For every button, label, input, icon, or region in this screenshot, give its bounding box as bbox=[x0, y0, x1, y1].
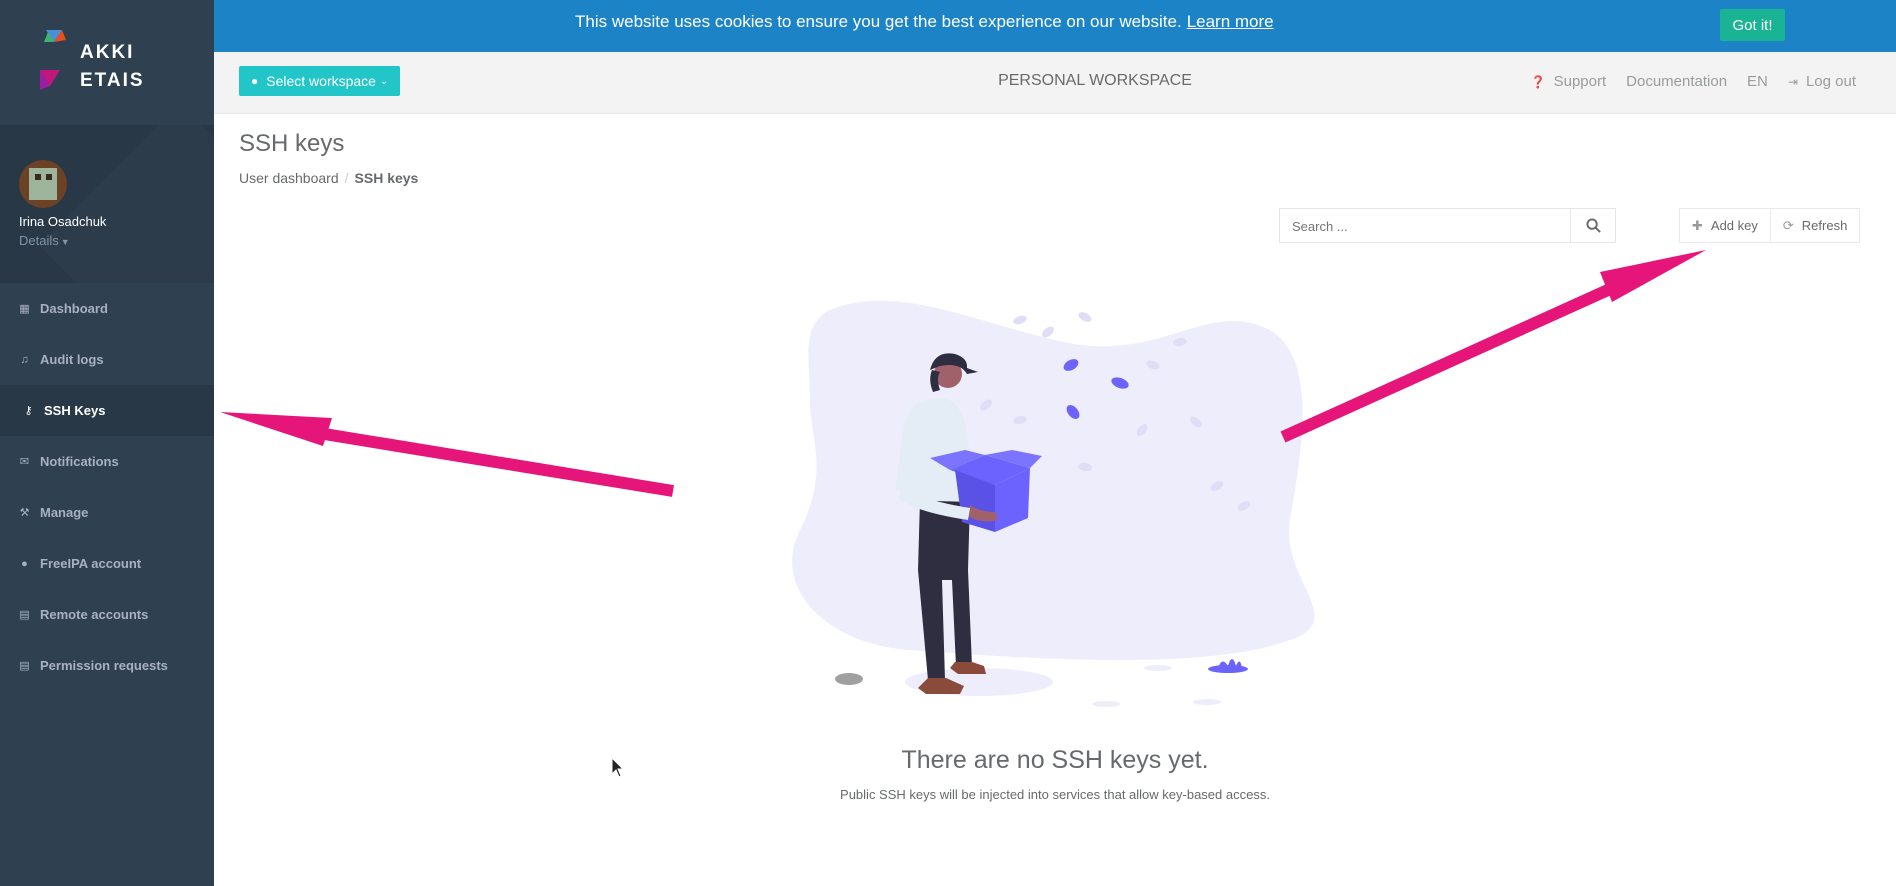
cookie-message: This website uses cookies to ensure you … bbox=[575, 12, 1274, 32]
arrow-to-add-key-icon bbox=[1280, 250, 1706, 443]
sidebar-item-label: Dashboard bbox=[40, 301, 108, 316]
search-icon bbox=[1585, 218, 1601, 233]
chevron-down-icon: ⌄ bbox=[379, 75, 389, 87]
logout-link[interactable]: ⇥ Log out bbox=[1788, 73, 1856, 90]
sidebar-item-notifications[interactable]: ✉ Notifications bbox=[0, 436, 214, 487]
search-input[interactable] bbox=[1280, 209, 1584, 244]
search-button[interactable] bbox=[1570, 209, 1615, 242]
support-label: Support bbox=[1553, 73, 1607, 90]
key-icon: ⚷ bbox=[24, 405, 33, 417]
cookie-text: This website uses cookies to ensure you … bbox=[575, 12, 1182, 31]
sidebar-item-dashboard[interactable]: ▦ Dashboard bbox=[0, 283, 214, 334]
select-workspace-label: Select workspace bbox=[266, 73, 376, 89]
empty-box-illustration bbox=[792, 300, 1315, 707]
profile-background-shape bbox=[38, 125, 214, 283]
breadcrumb: User dashboard / SSH keys bbox=[239, 170, 418, 186]
documentation-link[interactable]: Documentation bbox=[1626, 73, 1727, 90]
breadcrumb-user-dashboard[interactable]: User dashboard bbox=[239, 170, 339, 186]
add-key-label: Add key bbox=[1710, 218, 1758, 233]
learn-more-link[interactable]: Learn more bbox=[1187, 12, 1274, 31]
toolbar-button-group: ✚ Add key ⟳ Refresh bbox=[1679, 208, 1861, 243]
file-icon: ▤ bbox=[19, 660, 30, 672]
breadcrumb-current: SSH keys bbox=[354, 170, 419, 186]
sidebar-item-manage[interactable]: ⚒ Manage bbox=[0, 487, 214, 538]
logo-mark-icon bbox=[40, 30, 66, 90]
sidebar-item-label: Remote accounts bbox=[40, 607, 149, 622]
language-selector[interactable]: EN bbox=[1747, 73, 1768, 90]
sidebar: AKKI ETAIS Irina Osadchuk Details ▼ ▦ Das… bbox=[0, 0, 214, 886]
sidebar-item-label: Audit logs bbox=[40, 352, 104, 367]
avatar-face bbox=[29, 168, 57, 200]
logo[interactable]: AKKI ETAIS bbox=[40, 28, 143, 98]
select-workspace-button[interactable]: ● Select workspace ⌄ bbox=[239, 66, 401, 96]
search-box bbox=[1279, 208, 1616, 244]
logo-area: AKKI ETAIS bbox=[0, 0, 214, 125]
sidebar-item-label: Manage bbox=[40, 505, 89, 520]
question-circle-icon: ❓ bbox=[1530, 74, 1546, 89]
plus-icon: ✚ bbox=[1692, 217, 1703, 233]
page-title: SSH keys bbox=[239, 130, 345, 157]
sidebar-item-label: Permission requests bbox=[40, 658, 168, 673]
profile-panel: Irina Osadchuk Details ▼ bbox=[0, 125, 214, 283]
bell-icon: ♫ bbox=[20, 353, 29, 366]
sidebar-item-ssh-keys[interactable]: ⚷ SSH Keys bbox=[0, 385, 214, 436]
dashboard-icon: ▦ bbox=[19, 303, 30, 315]
user-name: Irina Osadchuk bbox=[19, 214, 107, 229]
top-navbar: ● Select workspace ⌄ PERSONAL WORKSPACE … bbox=[214, 52, 1896, 114]
breadcrumb-separator: / bbox=[344, 170, 349, 186]
sidebar-item-label: SSH Keys bbox=[44, 403, 106, 418]
sidebar-item-remote-accounts[interactable]: ▤ Remote accounts bbox=[0, 589, 214, 640]
user-icon: ● bbox=[251, 74, 259, 88]
sidebar-item-audit-logs[interactable]: ♫ Audit logs bbox=[0, 334, 214, 385]
sidebar-nav: ▦ Dashboard ♫ Audit logs ⚷ SSH Keys ✉ No… bbox=[0, 283, 214, 691]
avatar[interactable] bbox=[19, 160, 67, 208]
logout-label: Log out bbox=[1805, 73, 1856, 90]
envelope-icon: ✉ bbox=[19, 456, 30, 468]
user-details-dropdown[interactable]: Details ▼ bbox=[19, 233, 70, 248]
sidebar-item-permission-requests[interactable]: ▤ Permission requests bbox=[0, 640, 214, 691]
refresh-button[interactable]: ⟳ Refresh bbox=[1770, 208, 1861, 243]
user-icon: ● bbox=[21, 557, 28, 570]
got-it-button[interactable]: Got it! bbox=[1720, 9, 1785, 41]
avatar-eye-right bbox=[46, 174, 52, 180]
sidebar-item-freeipa-account[interactable]: ● FreeIPA account bbox=[0, 538, 214, 589]
logo-text-line1: AKKI bbox=[80, 42, 135, 63]
empty-state-subtitle: Public SSH keys will be injected into se… bbox=[840, 787, 1270, 802]
add-key-button[interactable]: ✚ Add key bbox=[1679, 208, 1771, 243]
arrow-to-ssh-keys-icon bbox=[220, 412, 674, 497]
wrench-icon: ⚒ bbox=[19, 507, 30, 519]
refresh-icon: ⟳ bbox=[1782, 217, 1794, 233]
cookie-banner: This website uses cookies to ensure you … bbox=[214, 0, 1896, 52]
details-label: Details bbox=[19, 233, 59, 248]
file-icon: ▤ bbox=[19, 609, 30, 621]
support-link[interactable]: ❓ Support bbox=[1531, 73, 1607, 90]
avatar-eye-left bbox=[35, 174, 41, 180]
sidebar-item-label: FreeIPA account bbox=[40, 556, 142, 571]
sign-out-icon: ⇥ bbox=[1787, 74, 1798, 89]
empty-state-title: There are no SSH keys yet. bbox=[901, 746, 1209, 774]
workspace-title: PERSONAL WORKSPACE bbox=[998, 72, 1192, 89]
logo-text-line2: ETAIS bbox=[80, 70, 145, 91]
caret-down-icon: ▼ bbox=[60, 237, 70, 247]
refresh-label: Refresh bbox=[1801, 218, 1848, 233]
top-links: ❓ Support Documentation EN ⇥ Log out bbox=[1511, 73, 1856, 90]
sidebar-item-label: Notifications bbox=[40, 454, 119, 469]
mouse-cursor-icon bbox=[611, 757, 625, 778]
